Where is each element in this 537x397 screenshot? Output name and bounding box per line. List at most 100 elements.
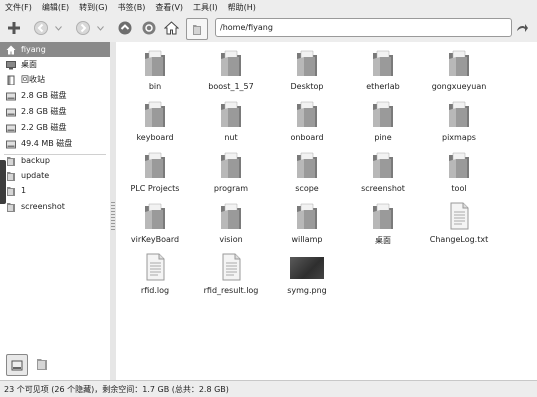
file-item[interactable]: gongxueyuan	[421, 49, 497, 99]
forward-button[interactable]	[72, 20, 94, 36]
chevron-down-icon	[96, 25, 104, 31]
home-icon	[6, 45, 16, 54]
sidebar-item-label: 2.2 GB 磁盘	[21, 123, 67, 132]
sidebar-item-home[interactable]: fiyang	[0, 42, 110, 57]
text-file-icon	[450, 202, 469, 230]
file-name: etherlab	[366, 82, 400, 91]
file-item[interactable]: scope	[269, 151, 345, 201]
file-item[interactable]: nut	[193, 100, 269, 150]
menu-go[interactable]: 转到(G)	[74, 2, 112, 13]
folder-icon	[193, 24, 201, 35]
file-name: tool	[451, 184, 467, 193]
folder-icon	[449, 101, 469, 127]
go-button[interactable]	[514, 20, 530, 36]
menu-help[interactable]: 帮助(H)	[223, 2, 261, 13]
file-item[interactable]: tool	[421, 151, 497, 201]
file-item[interactable]: vision	[193, 202, 269, 252]
new-tab-button[interactable]	[6, 20, 22, 36]
sidebar-item-drive-1[interactable]: 2.8 GB 磁盘	[0, 88, 110, 103]
folder-icon	[221, 50, 241, 76]
file-item[interactable]: rfid_result.log	[193, 253, 269, 303]
folder-icon	[145, 152, 165, 178]
sidebar-item-update[interactable]: update	[0, 168, 110, 183]
file-name: PLC Projects	[130, 184, 180, 193]
location-input[interactable]	[220, 21, 505, 33]
file-item[interactable]: bin	[117, 49, 193, 99]
reload-button[interactable]	[140, 20, 158, 36]
file-name: virKeyBoard	[130, 235, 180, 244]
forward-history-button[interactable]	[94, 20, 106, 36]
desktop-icon	[6, 60, 16, 69]
folder-icon	[373, 50, 393, 76]
up-button[interactable]	[116, 20, 134, 36]
file-name: willamp	[291, 235, 323, 244]
file-item[interactable]: Desktop	[269, 49, 345, 99]
file-name: Desktop	[290, 82, 324, 91]
tree-mode-button[interactable]	[32, 354, 52, 374]
sidebar-item-screenshot[interactable]: screenshot	[0, 199, 110, 214]
folder-icon	[297, 203, 317, 229]
sidebar-item-drive-2[interactable]: 2.8 GB 磁盘	[0, 104, 110, 119]
drive-icon	[6, 124, 16, 132]
folder-icon	[221, 101, 241, 127]
file-item[interactable]: 桌面	[345, 202, 421, 252]
file-name: vision	[219, 235, 243, 244]
folder-icon	[373, 203, 393, 229]
file-item[interactable]: willamp	[269, 202, 345, 252]
folder-icon	[221, 203, 241, 229]
back-history-button[interactable]	[52, 20, 64, 36]
file-name: gongxueyuan	[431, 82, 487, 91]
sidebar-item-drive-4[interactable]: 49.4 MB 磁盘	[0, 136, 110, 151]
folder-icon	[449, 152, 469, 178]
sidebar-item-backup[interactable]: backup	[0, 153, 110, 168]
back-arrow-icon	[34, 21, 48, 35]
sidebar-item-label: screenshot	[21, 202, 65, 211]
file-name: onboard	[290, 133, 324, 142]
status-text: 23 个可见项 (26 个隐藏)，剩余空间：1.7 GB (总共：2.8 GB)	[4, 384, 229, 394]
menu-bookmarks[interactable]: 书签(B)	[113, 2, 151, 13]
text-file-icon	[222, 253, 241, 281]
status-bar: 23 个可见项 (26 个隐藏)，剩余空间：1.7 GB (总共：2.8 GB)	[0, 380, 537, 397]
sidebar-item-desktop[interactable]: 桌面	[0, 57, 110, 72]
back-button[interactable]	[30, 20, 52, 36]
file-item[interactable]: keyboard	[117, 100, 193, 150]
menu-view[interactable]: 查看(V)	[150, 2, 188, 13]
sidebar: fiyang 桌面 回收站 2.8 GB 磁盘 2.8 GB 磁盘 2.2 GB…	[0, 42, 111, 380]
jump-arrow-icon	[516, 24, 528, 32]
file-item[interactable]: virKeyBoard	[117, 202, 193, 252]
trash-icon	[7, 75, 15, 85]
home-icon	[163, 21, 179, 35]
menu-edit[interactable]: 编辑(E)	[37, 2, 74, 13]
file-item[interactable]: symg.png	[269, 253, 345, 303]
drive-icon	[11, 360, 23, 371]
folder-icon	[297, 152, 317, 178]
side-handle[interactable]	[0, 160, 6, 204]
menu-file[interactable]: 文件(F)	[0, 2, 37, 13]
file-item[interactable]: rfid.log	[117, 253, 193, 303]
file-item[interactable]: onboard	[269, 100, 345, 150]
up-arrow-icon	[118, 21, 132, 35]
home-button[interactable]	[162, 20, 180, 36]
file-name: pixmaps	[442, 133, 476, 142]
file-name: keyboard	[136, 133, 174, 142]
places-mode-button[interactable]	[6, 354, 28, 376]
file-item[interactable]: boost_1_57	[193, 49, 269, 99]
file-item[interactable]: etherlab	[345, 49, 421, 99]
sidebar-item-1[interactable]: 1	[0, 183, 110, 198]
folder-icon	[145, 101, 165, 127]
file-item[interactable]: screenshot	[345, 151, 421, 201]
file-item[interactable]: PLC Projects	[117, 151, 193, 201]
sidebar-item-trash[interactable]: 回收站	[0, 72, 110, 87]
sidebar-item-drive-3[interactable]: 2.2 GB 磁盘	[0, 120, 110, 135]
folder-icon	[7, 186, 15, 196]
toggle-location-button[interactable]	[186, 18, 208, 40]
file-item[interactable]: pine	[345, 100, 421, 150]
file-item[interactable]: pixmaps	[421, 100, 497, 150]
file-item[interactable]: ChangeLog.txt	[421, 202, 497, 252]
file-item[interactable]: program	[193, 151, 269, 201]
file-name: 桌面	[375, 236, 391, 245]
folder-icon	[145, 50, 165, 76]
reload-icon	[142, 21, 156, 35]
folder-icon	[7, 156, 15, 166]
menu-tools[interactable]: 工具(I)	[188, 2, 223, 13]
